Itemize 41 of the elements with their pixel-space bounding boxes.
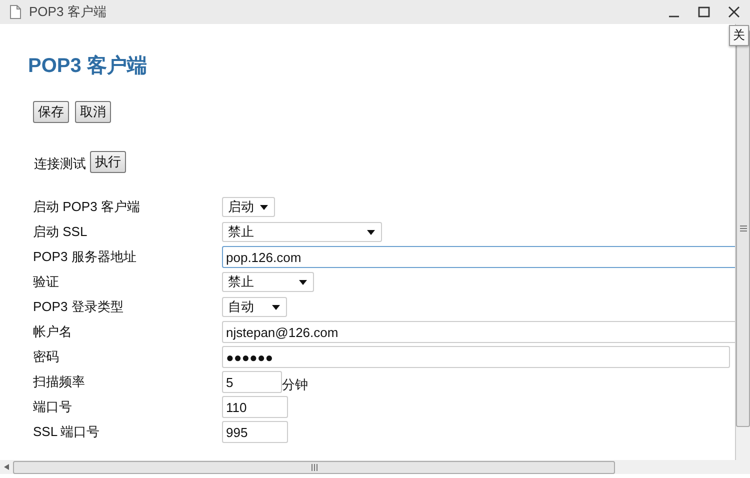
caret-icon <box>272 304 280 310</box>
input-field[interactable]: 995 <box>222 421 288 443</box>
field-label: 启动 SSL <box>33 223 88 241</box>
horizontal-scrollbar[interactable] <box>0 460 750 474</box>
field-label: POP3 服务器地址 <box>33 248 138 266</box>
caret-icon <box>260 204 268 210</box>
input-field[interactable]: 110 <box>222 396 288 418</box>
dropdown[interactable]: 自动 <box>222 297 287 317</box>
input-field[interactable]: 5 <box>222 371 282 393</box>
field-label: 端口号 <box>33 398 73 416</box>
form-button[interactable]: 取消 <box>75 101 111 123</box>
run-button[interactable]: 执行 <box>90 151 126 173</box>
field-label: SSL 端口号 <box>33 423 101 441</box>
vertical-scrollbar[interactable] <box>735 24 750 460</box>
document-icon <box>10 5 21 19</box>
dropdown[interactable]: 禁止 <box>222 272 314 292</box>
maximize-icon[interactable] <box>698 6 710 18</box>
dropdown[interactable]: 启动 <box>222 197 275 217</box>
field-label: POP3 登录类型 <box>33 298 124 316</box>
dropdown[interactable]: 禁止 <box>222 222 382 242</box>
caret-icon <box>367 230 375 234</box>
page-heading: POP3 客户端 <box>28 54 148 79</box>
field-label: 验证 <box>33 273 60 291</box>
grip-icon <box>740 225 746 232</box>
field-label: 密码 <box>33 348 60 366</box>
input-field[interactable]: pop.126.com <box>222 246 735 268</box>
form-button[interactable]: 保存 <box>33 101 69 123</box>
input-field[interactable]: njstepan@126.com <box>222 321 735 343</box>
field-label: 启动 POP3 客户端 <box>33 198 141 216</box>
field-label: 扫描频率 <box>33 373 86 391</box>
close-icon[interactable] <box>728 6 740 18</box>
input-field[interactable]: ●●●●●● <box>222 346 730 368</box>
window-title: POP3 客户端 <box>29 3 106 21</box>
unit-label: 分钟 <box>282 376 308 394</box>
tooltip: 关 <box>729 25 749 46</box>
field-label: 连接测试 <box>34 155 86 173</box>
scroll-left-icon[interactable] <box>4 464 9 470</box>
grip-icon <box>310 464 318 470</box>
scroll-thumb[interactable] <box>13 460 615 474</box>
field-label: 帐户名 <box>33 323 73 341</box>
caret-icon <box>299 280 307 284</box>
